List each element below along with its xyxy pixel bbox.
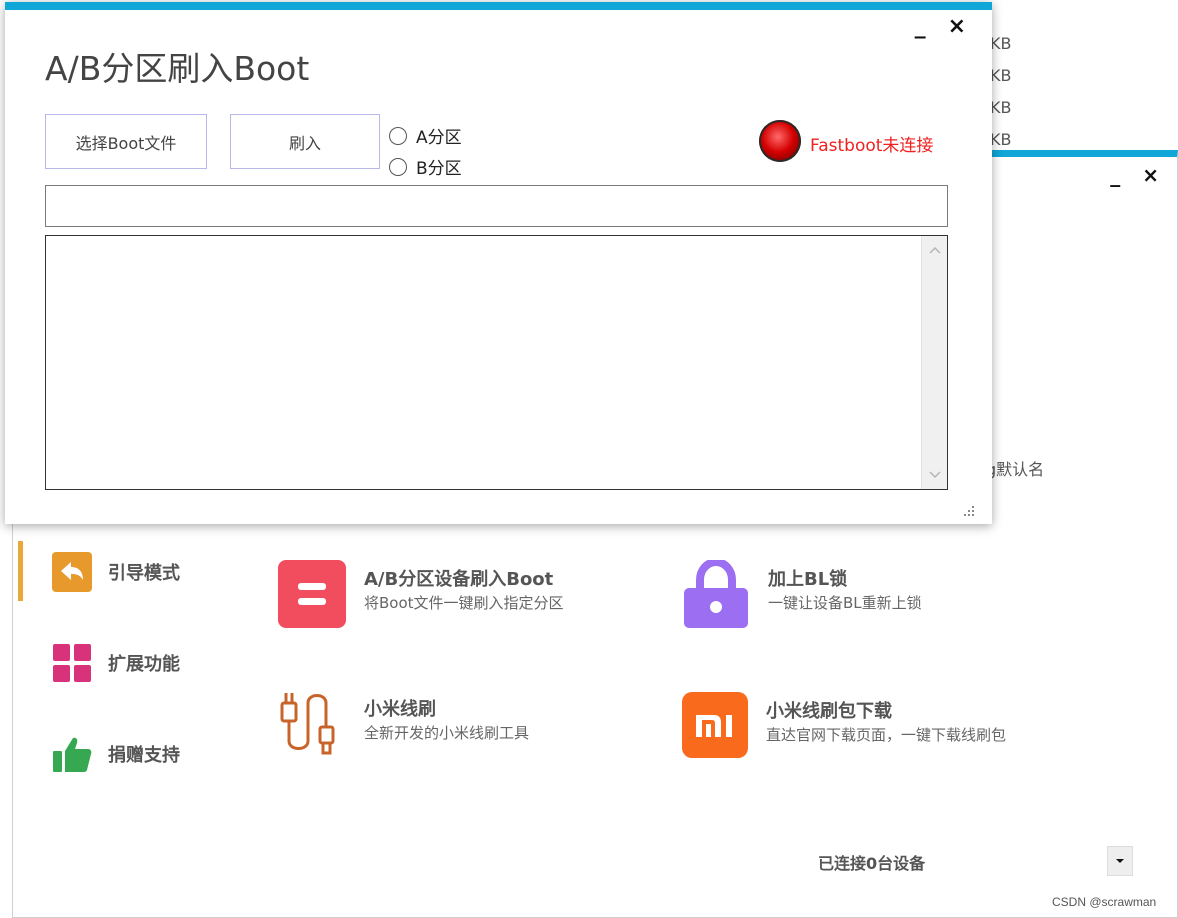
fastboot-status-text: Fastboot未连接 xyxy=(810,136,934,156)
feature-bl-lock-title: 加上BL锁 xyxy=(768,569,848,590)
nav-active-indicator xyxy=(18,541,23,601)
main-minimize-button[interactable]: _ xyxy=(1110,165,1120,185)
behind-size-4: KB xyxy=(990,130,1012,149)
dialog-minimize-button[interactable]: _ xyxy=(915,16,926,38)
log-scrollbar[interactable] xyxy=(921,236,947,489)
select-boot-file-button[interactable]: 选择Boot文件 xyxy=(45,114,207,169)
scroll-up-icon[interactable] xyxy=(922,238,948,262)
lock-icon xyxy=(682,560,750,628)
dialog-window-controls: _ × xyxy=(915,16,966,38)
grid-icon xyxy=(52,643,92,683)
default-name-text: g默认名 xyxy=(986,460,1045,479)
feature-ab-boot-desc: 将Boot文件一键刷入指定分区 xyxy=(364,594,564,612)
back-arrow-icon xyxy=(52,552,92,592)
boot-flash-dialog: _ × A/B分区刷入Boot 选择Boot文件 刷入 A分区 B分区 Fast… xyxy=(5,2,992,524)
resize-grip-icon[interactable] xyxy=(962,504,976,518)
behind-size-1: KB xyxy=(990,34,1012,53)
nav-label-boot-mode: 引导模式 xyxy=(108,563,180,584)
flash-button[interactable]: 刷入 xyxy=(230,114,380,169)
feature-mi-flash-desc: 全新开发的小米线刷工具 xyxy=(364,724,530,742)
feature-mi-flash-title: 小米线刷 xyxy=(364,699,436,720)
feature-bl-lock-desc: 一键让设备BL重新上锁 xyxy=(768,594,922,612)
nav-item-donate[interactable]: 捐赠支持 xyxy=(52,734,180,774)
radio-b-label: B分区 xyxy=(416,159,462,179)
feature-mi-rom-download-desc: 直达官网下载页面，一键下载线刷包 xyxy=(766,726,1007,744)
nav-item-boot-mode[interactable]: 引导模式 xyxy=(52,552,180,592)
thumbs-up-icon xyxy=(52,734,92,774)
device-dropdown-button[interactable] xyxy=(1107,846,1133,876)
behind-size-2: KB xyxy=(990,66,1012,85)
radio-partition-a[interactable]: A分区 xyxy=(389,123,462,148)
connected-devices-status: 已连接0台设备 xyxy=(818,854,926,873)
radio-b-circle[interactable] xyxy=(389,157,407,176)
feature-ab-boot-title: A/B分区设备刷入Boot xyxy=(364,569,554,590)
nav-label-extensions: 扩展功能 xyxy=(108,654,180,675)
feature-ab-boot[interactable]: A/B分区设备刷入Boot 将Boot文件一键刷入指定分区 xyxy=(278,560,564,628)
dialog-title: A/B分区刷入Boot xyxy=(45,49,310,88)
radio-a-label: A分区 xyxy=(416,128,462,148)
feature-mi-rom-download-title: 小米线刷包下载 xyxy=(766,701,892,722)
feature-mi-rom-download[interactable]: 小米线刷包下载 直达官网下载页面，一键下载线刷包 xyxy=(682,692,1006,758)
fastboot-status-led-icon xyxy=(759,120,801,162)
nav-item-extensions[interactable]: 扩展功能 xyxy=(52,643,180,683)
chevron-down-icon xyxy=(1116,859,1124,863)
mi-logo-icon xyxy=(682,692,748,758)
log-output-area[interactable] xyxy=(45,235,948,490)
usb-cable-icon xyxy=(278,690,346,758)
nav-label-donate: 捐赠支持 xyxy=(108,745,180,766)
boot-flash-icon xyxy=(278,560,346,628)
watermark: CSDN @scrawman xyxy=(1052,895,1157,909)
scroll-down-icon[interactable] xyxy=(922,463,948,487)
main-close-button[interactable]: × xyxy=(1142,165,1159,185)
behind-size-3: KB xyxy=(990,98,1012,117)
dialog-close-button[interactable]: × xyxy=(948,16,966,38)
main-window-controls: _ × xyxy=(1110,165,1159,185)
radio-a-circle[interactable] xyxy=(389,126,407,145)
feature-bl-lock[interactable]: 加上BL锁 一键让设备BL重新上锁 xyxy=(682,560,922,628)
radio-partition-b[interactable]: B分区 xyxy=(389,154,462,179)
feature-mi-flash[interactable]: 小米线刷 全新开发的小米线刷工具 xyxy=(278,690,529,758)
boot-file-path-input[interactable] xyxy=(45,185,948,227)
